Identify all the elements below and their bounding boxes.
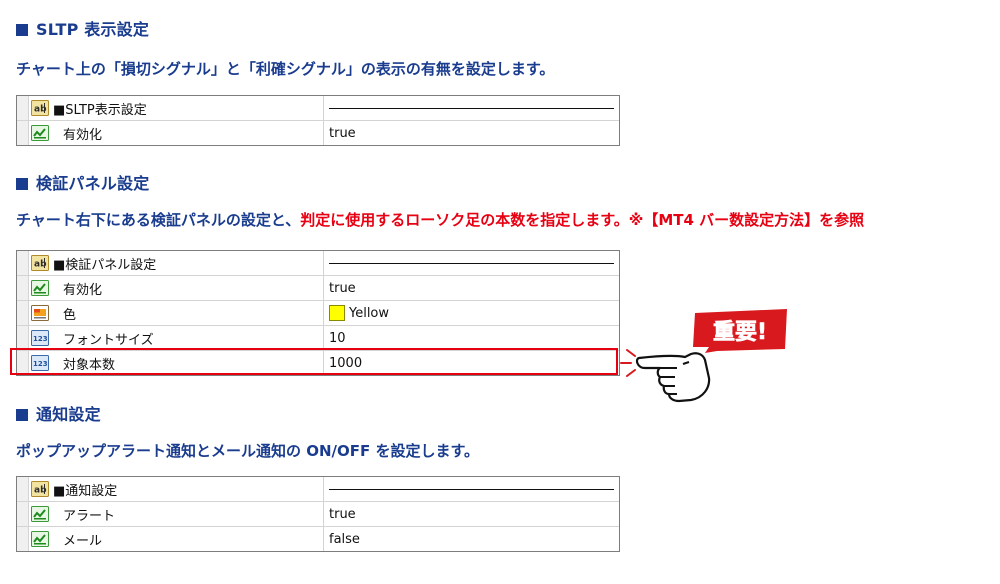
param-label: 色: [63, 307, 77, 323]
ab-string-icon: [31, 100, 49, 116]
section-description: ポップアップアラート通知とメール通知の ON/OFF を設定します。: [16, 442, 479, 460]
param-label: アラート: [63, 508, 116, 524]
square-bullet-icon: [16, 409, 28, 421]
bool-toggle-icon: [31, 506, 49, 522]
ab-string-icon: [31, 255, 49, 271]
number-123-icon: [31, 330, 49, 346]
param-label: 有効化: [63, 127, 103, 143]
section-heading-text: SLTP 表示設定: [36, 20, 150, 39]
highlight-box: [10, 348, 618, 375]
table-header-row[interactable]: ■SLTP表示設定: [17, 96, 619, 120]
square-bullet-icon: [16, 24, 28, 36]
table-row[interactable]: フォントサイズ 10: [17, 325, 619, 350]
badge-text: 重要!: [713, 320, 767, 345]
table-header-row[interactable]: ■検証パネル設定: [17, 251, 619, 275]
bool-toggle-icon: [31, 531, 49, 547]
section-heading-sltp: SLTP 表示設定: [16, 16, 149, 40]
section-description: チャート上の「損切シグナル」と「利確シグナル」の表示の有無を設定します。: [16, 60, 555, 78]
separator-line: [329, 263, 614, 264]
section-heading-text: 検証パネル設定: [36, 174, 150, 193]
table-row[interactable]: 有効化 true: [17, 120, 619, 145]
param-label: 有効化: [63, 282, 103, 298]
description-highlight: 判定に使用するローソク足の本数を指定します。※【MT4 バー数設定方法】を参照: [300, 211, 865, 229]
ab-string-icon: [31, 481, 49, 497]
settings-table-notify: ■通知設定 アラート true メール false: [16, 476, 620, 552]
section-heading-panel: 検証パネル設定: [16, 170, 149, 194]
separator-line: [329, 489, 614, 490]
separator-line: [329, 108, 614, 109]
group-label: ■通知設定: [53, 483, 118, 499]
param-value[interactable]: false: [329, 532, 360, 547]
param-value[interactable]: Yellow: [349, 306, 389, 321]
table-row[interactable]: アラート true: [17, 501, 619, 526]
table-header-row[interactable]: ■通知設定: [17, 477, 619, 501]
group-label: ■検証パネル設定: [53, 257, 157, 273]
param-value[interactable]: 10: [329, 331, 346, 346]
bool-toggle-icon: [31, 280, 49, 296]
table-row[interactable]: 色 Yellow: [17, 300, 619, 325]
bool-toggle-icon: [31, 125, 49, 141]
param-value[interactable]: true: [329, 507, 356, 522]
pointing-hand-icon: [620, 349, 711, 403]
param-value[interactable]: true: [329, 126, 356, 141]
color-swatch[interactable]: [329, 305, 345, 321]
color-icon: [31, 305, 49, 321]
table-row[interactable]: メール false: [17, 526, 619, 551]
section-heading-text: 通知設定: [36, 405, 101, 424]
section-description: チャート右下にある検証パネルの設定と、判定に使用するローソク足の本数を指定します…: [16, 209, 864, 230]
group-label: ■SLTP表示設定: [53, 102, 147, 118]
section-heading-notify: 通知設定: [16, 401, 101, 425]
settings-table-sltp: ■SLTP表示設定 有効化 true: [16, 95, 620, 146]
description-part: チャート右下にある検証パネルの設定と、: [16, 211, 301, 229]
table-row[interactable]: 有効化 true: [17, 275, 619, 300]
param-value[interactable]: true: [329, 281, 356, 296]
square-bullet-icon: [16, 178, 28, 190]
param-label: メール: [63, 533, 103, 549]
param-label: フォントサイズ: [63, 332, 154, 348]
